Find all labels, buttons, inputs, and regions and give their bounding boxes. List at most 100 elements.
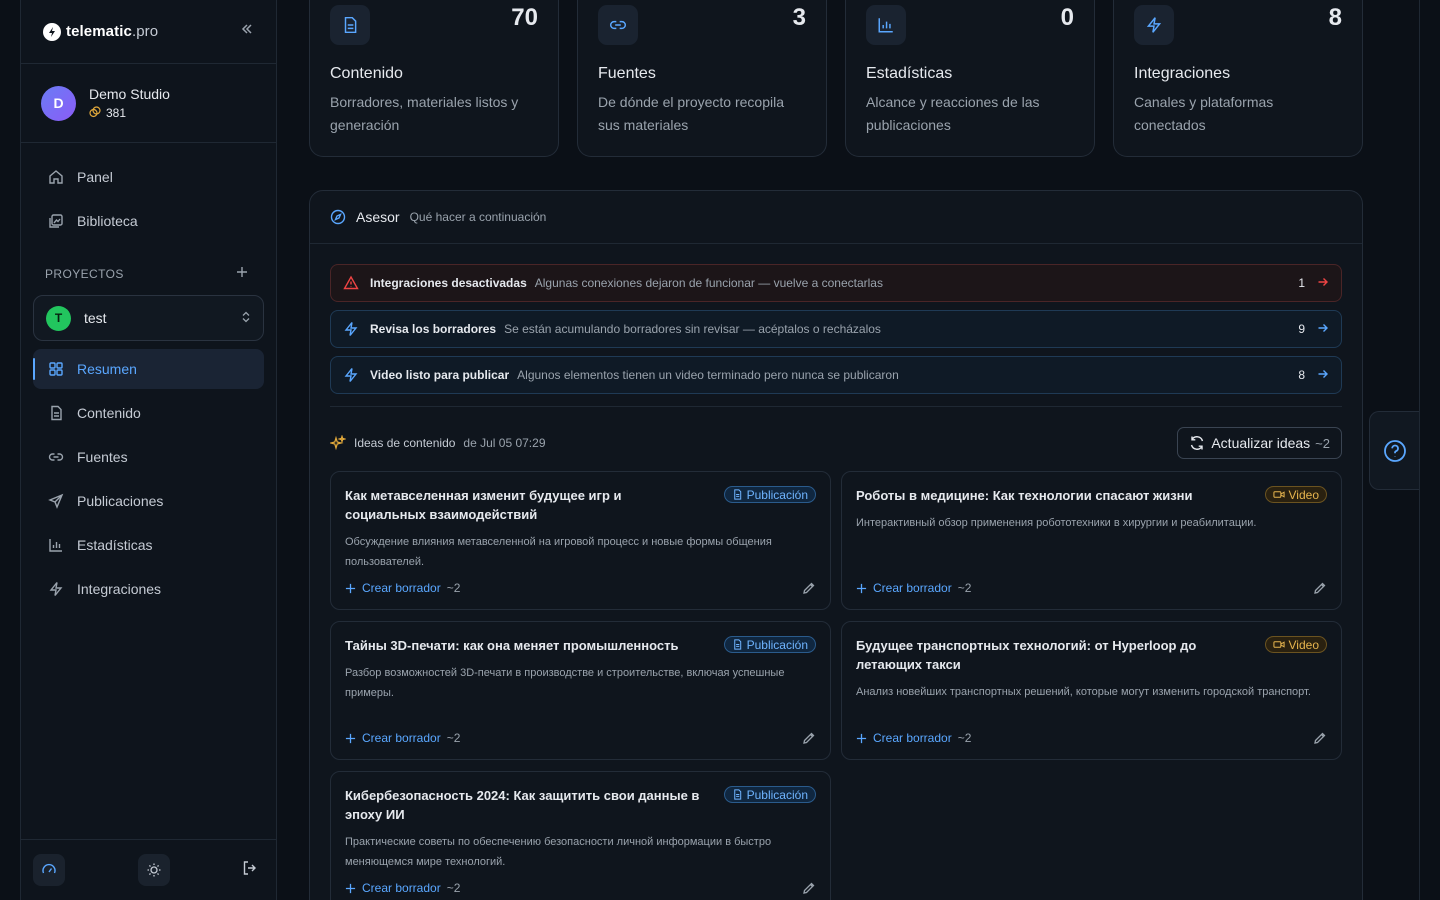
format-badge: Publicación [723, 636, 816, 653]
document-icon [733, 489, 741, 500]
stat-title: Contenido [330, 65, 403, 82]
projects-label: PROYECTOS [45, 267, 124, 281]
pencil-icon[interactable] [802, 731, 816, 745]
arrow-right-icon [1317, 368, 1329, 383]
brand-logo[interactable]: telematic.pro [66, 23, 158, 40]
page-edge-divider [1419, 0, 1420, 900]
plus-icon [345, 883, 356, 893]
link-icon [47, 448, 65, 466]
collapse-sidebar-icon[interactable] [240, 22, 254, 41]
video-icon [1272, 641, 1285, 648]
idea-card: Кибербезопасность 2024: Как защитить сво… [330, 771, 831, 900]
advisor-subtitle: Qué hacer a continuación [409, 210, 547, 224]
pencil-icon[interactable] [1313, 581, 1327, 595]
ideas-date: de Jul 05 07:29 [463, 436, 546, 450]
pencil-icon[interactable] [802, 581, 816, 595]
create-draft-button[interactable]: Crear borrador [345, 581, 441, 595]
logo-icon [43, 22, 61, 41]
stat-card-estadisticas[interactable]: 0 Estadísticas Alcance y reacciones de l… [845, 0, 1095, 157]
advisor-title: Asesor [356, 209, 400, 225]
idea-description: Обсуждение влияния метавселенной на игро… [345, 536, 772, 568]
gauge-icon[interactable] [33, 854, 65, 886]
idea-card: Тайны 3D-печати: как она меняет промышле… [330, 621, 831, 760]
sidebar-item-contenido[interactable]: Contenido [33, 393, 264, 433]
refresh-label: Actualizar ideas [1211, 435, 1311, 451]
idea-title: Кибербезопасность 2024: Как защитить сво… [345, 788, 700, 822]
sidebar-item-estadisticas[interactable]: Estadísticas [33, 525, 264, 565]
main-content: 70 Contenido Borradores, materiales list… [309, 0, 1363, 900]
bolt-icon [343, 367, 359, 383]
pencil-icon[interactable] [1313, 731, 1327, 745]
create-draft-button[interactable]: Crear borrador [856, 731, 952, 745]
sidebar-item-label: Panel [77, 169, 113, 185]
stat-card-fuentes[interactable]: 3 Fuentes De dónde el proyecto recopila … [577, 0, 827, 157]
bar-chart-icon [47, 536, 65, 554]
bolt-icon [47, 580, 65, 598]
video-icon [1272, 491, 1285, 498]
file-icon [330, 5, 370, 45]
avatar: D [41, 85, 76, 121]
create-cost: ~2 [446, 581, 461, 595]
alert-video-ready[interactable]: Video listo para publicar Algunos elemen… [330, 356, 1342, 394]
sidebar-nav: Panel Biblioteca PROYECTOS T test Resume… [21, 143, 276, 609]
help-button[interactable] [1369, 411, 1419, 490]
create-cost: ~2 [446, 731, 461, 745]
library-icon [47, 212, 65, 230]
alert-review-drafts[interactable]: Revisa los borradores Se están acumuland… [330, 310, 1342, 348]
project-avatar: T [46, 305, 71, 331]
arrow-right-icon [1317, 276, 1329, 291]
sidebar-item-integraciones[interactable]: Integraciones [33, 569, 264, 609]
logout-icon[interactable] [242, 860, 258, 881]
project-selector[interactable]: T test [33, 295, 264, 341]
account-switcher[interactable]: D Demo Studio 381 [21, 64, 276, 143]
idea-description: Практические советы по обеспечению безоп… [345, 836, 772, 868]
theme-toggle-icon[interactable] [137, 854, 170, 886]
refresh-ideas-button[interactable]: Actualizar ideas ~2 [1177, 427, 1342, 459]
projects-section-header: PROYECTOS [33, 245, 264, 289]
create-draft-button[interactable]: Crear borrador [345, 731, 441, 745]
file-icon [47, 404, 65, 422]
chevron-up-down-icon [241, 311, 251, 326]
idea-description: Анализ новейших транспортных решений, ко… [856, 686, 1311, 698]
plus-icon [856, 583, 867, 593]
stat-card-contenido[interactable]: 70 Contenido Borradores, materiales list… [309, 0, 559, 157]
sidebar-item-fuentes[interactable]: Fuentes [33, 437, 264, 477]
refresh-icon [1189, 435, 1205, 451]
sidebar-item-biblioteca[interactable]: Biblioteca [33, 201, 264, 241]
alert-title: Integraciones desactivadas [370, 276, 527, 290]
bar-chart-icon [866, 5, 906, 45]
account-name: Demo Studio [89, 85, 170, 102]
sidebar: telematic.pro D Demo Studio 381 Panel Bi… [20, 0, 277, 900]
alert-count: 1 [1298, 276, 1305, 290]
sidebar-item-publicaciones[interactable]: Publicaciones [33, 481, 264, 521]
credits-balance: 381 [89, 105, 170, 121]
link-icon [598, 5, 638, 45]
stat-value: 70 [511, 4, 538, 31]
idea-card: Как метавселенная изменит будущее игр и … [330, 471, 831, 610]
pencil-icon[interactable] [802, 881, 816, 895]
alert-integrations-disabled[interactable]: Integraciones desactivadas Algunas conex… [330, 264, 1342, 302]
stat-value: 3 [792, 4, 806, 31]
stat-value: 0 [1060, 4, 1074, 31]
home-icon [47, 168, 65, 186]
idea-title: Роботы в медицине: Как технологии спасаю… [856, 488, 1193, 503]
format-badge: Publicación [723, 486, 816, 503]
create-draft-button[interactable]: Crear borrador [345, 881, 441, 895]
create-cost: ~2 [957, 731, 972, 745]
add-project-icon[interactable] [236, 265, 248, 283]
alert-description: Algunos elementos tienen un video termin… [517, 368, 899, 382]
stat-description: Canales y plataformas conectados [1134, 94, 1274, 133]
stat-card-integraciones[interactable]: 8 Integraciones Canales y plataformas co… [1113, 0, 1363, 157]
plus-icon [345, 583, 356, 593]
document-icon [733, 639, 741, 650]
document-icon [733, 789, 741, 800]
warning-icon [343, 275, 359, 291]
idea-description: Интерактивный обзор применения робототех… [856, 517, 1257, 529]
alert-count: 9 [1298, 322, 1305, 336]
format-badge: Video [1264, 486, 1327, 503]
sidebar-item-label: Resumen [77, 361, 137, 377]
sparkles-icon [330, 435, 346, 451]
sidebar-item-panel[interactable]: Panel [33, 157, 264, 197]
sidebar-item-resumen[interactable]: Resumen [33, 349, 264, 389]
create-draft-button[interactable]: Crear borrador [856, 581, 952, 595]
